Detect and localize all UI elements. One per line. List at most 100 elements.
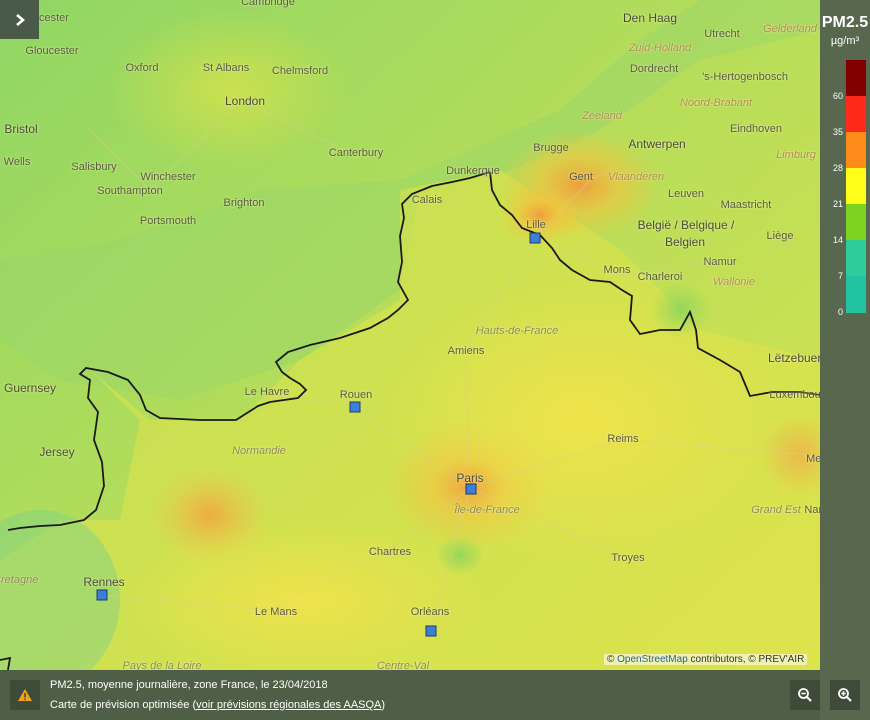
- chevron-right-icon: [15, 13, 25, 26]
- place-wells: Wells: [3, 156, 31, 168]
- legend-tick-label: 21: [832, 199, 843, 209]
- place-london: London: [224, 94, 266, 108]
- caption-subtitle: Carte de prévision optimisée (voir prévi…: [50, 699, 385, 711]
- attribution-rest: contributors, © PREV'AIR: [687, 654, 805, 665]
- sidebar-toggle-button[interactable]: [0, 0, 39, 39]
- place-bretagne: Bretagne: [0, 574, 39, 586]
- place-calais: Calais: [411, 194, 443, 206]
- place-rennes: Rennes: [83, 575, 125, 589]
- legend-swatch: [846, 276, 866, 313]
- place-canterbury: Canterbury: [328, 147, 384, 159]
- place-southampton: Southampton: [97, 185, 163, 197]
- legend-tick-label: 14: [832, 235, 843, 245]
- place-rouen: Rouen: [339, 389, 373, 401]
- place-le-havre: Le Havre: [244, 386, 290, 398]
- zoom-out-button[interactable]: [790, 680, 820, 710]
- place-leuven: Leuven: [667, 188, 705, 200]
- place-oxford: Oxford: [125, 62, 159, 74]
- caption-prefix: Carte de prévision optimisée (: [50, 699, 197, 711]
- place-winchester: Winchester: [140, 171, 196, 183]
- map-caption-bar: PM2.5, moyenne journalière, zone France,…: [0, 670, 860, 720]
- place-chartres: Chartres: [368, 546, 412, 558]
- station-marker[interactable]: [349, 401, 361, 413]
- place-namur: Namur: [703, 256, 737, 268]
- zoom-out-icon: [798, 688, 812, 702]
- station-marker[interactable]: [425, 625, 437, 637]
- place-chelmsford: Chelmsford: [271, 65, 329, 77]
- place-lille: Lille: [526, 219, 546, 231]
- warning-icon: [18, 689, 32, 701]
- place-brighton: Brighton: [223, 197, 265, 209]
- place-maastricht: Maastricht: [720, 199, 772, 211]
- station-marker[interactable]: [96, 589, 108, 601]
- pollution-map[interactable]: Worcester Cambridge Gloucester Oxford St…: [0, 0, 820, 720]
- legend-swatch: [846, 240, 866, 277]
- place-antwerpen: Antwerpen: [628, 137, 686, 151]
- place-charleroi: Charleroi: [637, 271, 683, 283]
- legend-tick-label: 7: [837, 271, 843, 281]
- place-normandie: Normandie: [232, 445, 286, 457]
- legend-swatch: [846, 60, 866, 97]
- place-salisbury: Salisbury: [71, 161, 117, 173]
- osm-link[interactable]: OpenStreetMap: [617, 654, 688, 665]
- place-eindhoven: Eindhoven: [730, 123, 782, 135]
- place-ile-de-france: Île-de-France: [454, 504, 520, 516]
- zoom-in-button[interactable]: [830, 680, 860, 710]
- legend-tick-label: 60: [832, 91, 843, 101]
- legend-title: PM2.5: [821, 14, 869, 31]
- place-nancy: Nancy: [804, 504, 820, 516]
- place-wallonie: Wallonie: [713, 276, 755, 288]
- zoom-in-icon: [838, 688, 852, 702]
- place-guernsey: Guernsey: [3, 381, 57, 395]
- place-orleans: Orléans: [410, 606, 450, 618]
- place-grand-est: Grand Est: [751, 504, 801, 516]
- place-belgie: België / Belgique /: [637, 218, 735, 232]
- place-portsmouth: Portsmouth: [139, 215, 197, 227]
- place-jersey: Jersey: [39, 445, 75, 459]
- place-vlaanderen: Vlaanderen: [607, 171, 665, 183]
- legend-swatch: [846, 132, 866, 169]
- place-zeeland: Zeeland: [582, 110, 622, 122]
- pm25-legend: PM2.5 µg/m³ 60 35 28 21 14 7 0: [820, 0, 870, 720]
- place-dunkerque: Dunkerque: [446, 165, 500, 177]
- place-brugge: Brugge: [533, 142, 569, 154]
- place-hauts-de-france: Hauts-de-France: [475, 325, 559, 337]
- map-attribution: © OpenStreetMap contributors, © PREV'AIR: [604, 654, 808, 665]
- place-metz: Metz: [806, 453, 820, 465]
- place-reims: Reims: [607, 433, 639, 445]
- place-den-haag: Den Haag: [622, 11, 678, 25]
- place-hertogenbosch: 's-Hertogenbosch: [702, 71, 788, 83]
- legend-swatch: [846, 204, 866, 241]
- place-st-albans: St Albans: [202, 62, 250, 74]
- place-liege: Liège: [766, 230, 794, 242]
- caption-suffix: ): [381, 699, 386, 711]
- place-mons: Mons: [603, 264, 631, 276]
- place-amiens: Amiens: [447, 345, 485, 357]
- regional-forecasts-link[interactable]: voir prévisions régionales des AASQA: [196, 699, 381, 711]
- place-dordrecht: Dordrecht: [629, 63, 679, 75]
- legend-tick-label: 35: [832, 127, 843, 137]
- place-zuid-holland: Zuid-Holland: [628, 42, 692, 54]
- place-gent: Gent: [569, 171, 593, 183]
- attribution-copyright: ©: [607, 654, 615, 665]
- legend-unit: µg/m³: [830, 35, 860, 47]
- place-bristol: Bristol: [4, 122, 38, 136]
- caption-title: PM2.5, moyenne journalière, zone France,…: [50, 679, 328, 691]
- place-le-mans: Le Mans: [254, 606, 298, 618]
- station-marker[interactable]: [465, 483, 477, 495]
- place-belgien: Belgien: [664, 235, 706, 249]
- legend-swatch: [846, 96, 866, 133]
- legend-swatch: [846, 168, 866, 205]
- place-luxembourg: Luxembourg: [769, 389, 820, 401]
- legend-color-scale: [846, 60, 866, 313]
- place-limburg: Limburg: [776, 149, 816, 161]
- warning-button[interactable]: [10, 680, 40, 710]
- legend-tick-label: 0: [837, 307, 843, 317]
- place-troyes: Troyes: [611, 552, 645, 564]
- place-gloucester: Gloucester: [25, 45, 79, 57]
- legend-tick-label: 28: [832, 163, 843, 173]
- station-marker[interactable]: [529, 232, 541, 244]
- place-letzebuerg: Lëtzebuerg: [767, 351, 820, 365]
- place-cambridge: Cambridge: [241, 0, 295, 8]
- place-utrecht: Utrecht: [704, 28, 740, 40]
